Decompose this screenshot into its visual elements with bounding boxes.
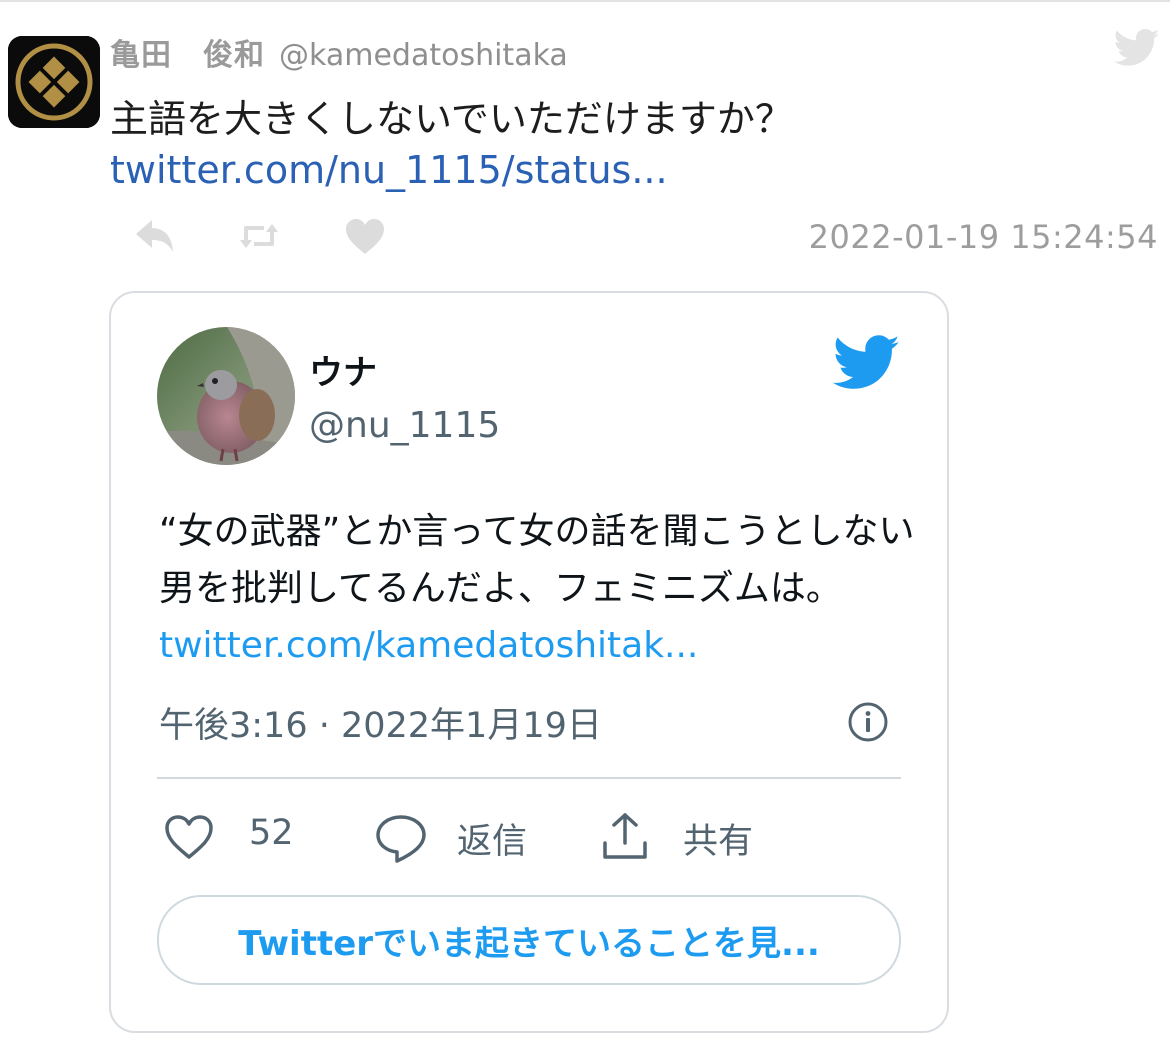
- twitter-bird-icon[interactable]: [833, 335, 901, 391]
- pigeon-photo: [157, 327, 295, 465]
- embedded-tweet-card[interactable]: ウナ @nu_1115 “女の武器”とか言って女の話を聞こうとしない男を批判して…: [109, 291, 949, 1033]
- heart-icon[interactable]: [161, 809, 217, 865]
- see-whats-happening-button[interactable]: Twitterでいま起きていることを見...: [157, 895, 901, 985]
- heart-icon: [346, 219, 384, 254]
- like-button[interactable]: [342, 214, 388, 258]
- twitter-bird-icon: [1114, 29, 1160, 66]
- author-line: 亀田 俊和 @kamedatoshitaka: [110, 30, 568, 74]
- top-divider: [0, 0, 1170, 2]
- reply-icon: [136, 220, 173, 252]
- tweet-timestamp: 2022-01-19 15:24:54: [808, 218, 1158, 256]
- author-name[interactable]: 亀田 俊和: [110, 38, 265, 73]
- tweet-text: 主語を大きくしないでいただけますか？: [110, 97, 793, 141]
- retweet-icon: [240, 224, 278, 248]
- reply-button[interactable]: [132, 214, 178, 258]
- embed-tweet-text: “女の武器”とか言って女の話を聞こうとしない男を批判してるんだよ、フェミニズムは…: [159, 503, 919, 674]
- embed-text-body: “女の武器”とか言って女の話を聞こうとしない男を批判してるんだよ、フェミニズムは…: [159, 511, 915, 609]
- card-divider: [157, 777, 901, 779]
- author-avatar[interactable]: [8, 36, 100, 128]
- tweet-link[interactable]: twitter.com/nu_1115/status...: [110, 148, 668, 192]
- author-handle[interactable]: @kamedatoshitaka: [279, 38, 568, 73]
- embed-link[interactable]: twitter.com/kamedatoshitak...: [159, 625, 698, 666]
- share-label[interactable]: 共有: [683, 813, 753, 864]
- like-count: 52: [249, 813, 294, 853]
- embed-display-name[interactable]: ウナ: [309, 345, 377, 394]
- reply-label[interactable]: 返信: [457, 813, 527, 864]
- embed-handle[interactable]: @nu_1115: [309, 405, 500, 446]
- share-icon[interactable]: [597, 809, 653, 865]
- comment-icon[interactable]: [373, 809, 429, 865]
- info-icon[interactable]: [847, 701, 889, 743]
- embed-avatar[interactable]: [157, 327, 295, 465]
- retweet-button[interactable]: [236, 214, 282, 258]
- embed-timestamp[interactable]: 午後3:16 · 2022年1月19日: [159, 697, 602, 748]
- family-crest-emblem: [8, 36, 100, 128]
